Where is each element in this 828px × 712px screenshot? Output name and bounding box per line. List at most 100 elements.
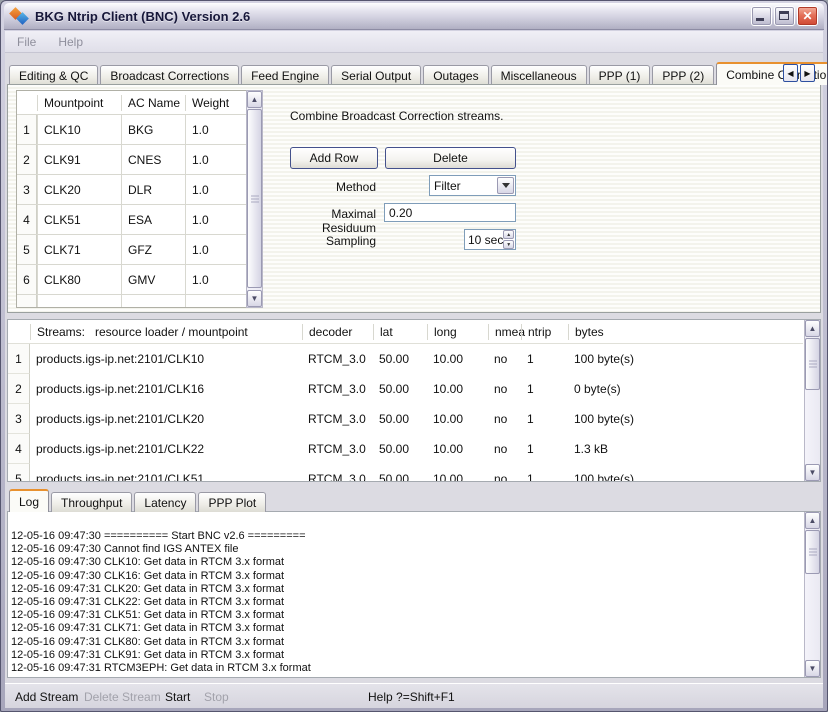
weight-cell[interactable]: 1.0 — [185, 115, 246, 144]
lat-cell[interactable]: 50.00 — [373, 404, 427, 434]
ac-name-cell[interactable]: ESA — [121, 205, 185, 234]
tab-ppp-plot[interactable]: PPP Plot — [198, 492, 266, 512]
weight-cell[interactable]: 1.0 — [185, 175, 246, 204]
menu-file[interactable]: File — [17, 35, 36, 49]
weight-cell[interactable]: 1.0 — [185, 145, 246, 174]
mountpoint-cell[interactable]: CLK71 — [37, 235, 121, 264]
table-row[interactable]: 5CLK71GFZ1.0 — [17, 235, 246, 265]
bytes-cell[interactable]: 100 byte(s) — [568, 344, 803, 374]
nmea-cell[interactable]: no — [488, 464, 521, 481]
lat-cell[interactable]: 50.00 — [373, 344, 427, 374]
table-row[interactable]: 2CLK91CNES1.0 — [17, 145, 246, 175]
spin-down-icon[interactable]: ▼ — [503, 240, 514, 249]
bytes-cell[interactable]: 0 byte(s) — [568, 374, 803, 404]
add-row-button[interactable]: Add Row — [290, 147, 378, 169]
scroll-down-icon[interactable]: ▼ — [247, 290, 262, 307]
ntrip-cell[interactable]: 1 — [521, 374, 568, 404]
column-header-ac-name[interactable]: AC Name — [121, 95, 185, 111]
column-header-bytes[interactable]: bytes — [568, 324, 803, 340]
stream-row[interactable]: 2products.igs-ip.net:2101/CLK16RTCM_3.05… — [8, 374, 803, 404]
decoder-cell[interactable]: RTCM_3.0 — [302, 434, 373, 464]
column-header-lat[interactable]: lat — [373, 324, 427, 340]
maximal-residuum-input[interactable]: 0.20 — [384, 203, 516, 222]
method-dropdown[interactable]: Filter — [429, 175, 516, 196]
ac-name-cell[interactable]: BKG — [121, 115, 185, 144]
tab-scroll-right-button[interactable]: ▶ — [800, 64, 815, 82]
menu-help[interactable]: Help — [58, 35, 83, 49]
long-cell[interactable]: 10.00 — [427, 344, 488, 374]
chevron-down-icon[interactable] — [497, 177, 514, 194]
nmea-cell[interactable]: no — [488, 344, 521, 374]
long-cell[interactable]: 10.00 — [427, 374, 488, 404]
tab-throughput[interactable]: Throughput — [51, 492, 132, 512]
delete-button[interactable]: Delete — [385, 147, 516, 169]
combination-table-scrollbar[interactable]: ▲ ▼ — [246, 90, 263, 308]
stream-cell[interactable]: products.igs-ip.net:2101/CLK22 — [30, 434, 302, 464]
status-action-add-stream[interactable]: Add Stream — [15, 690, 78, 704]
ac-name-cell[interactable]: CNES — [121, 145, 185, 174]
bytes-cell[interactable]: 100 byte(s) — [568, 404, 803, 434]
ntrip-cell[interactable]: 1 — [521, 434, 568, 464]
stream-cell[interactable]: products.igs-ip.net:2101/CLK51 — [30, 464, 302, 481]
lat-cell[interactable]: 50.00 — [373, 464, 427, 481]
stream-cell[interactable]: products.igs-ip.net:2101/CLK20 — [30, 404, 302, 434]
tab-broadcast-corrections[interactable]: Broadcast Corrections — [100, 65, 239, 85]
decoder-cell[interactable]: RTCM_3.0 — [302, 464, 373, 481]
stream-row[interactable]: 4products.igs-ip.net:2101/CLK22RTCM_3.05… — [8, 434, 803, 464]
weight-cell[interactable]: 1.0 — [185, 265, 246, 294]
title-bar[interactable]: BKG Ntrip Client (BNC) Version 2.6 ✕ — [4, 3, 824, 30]
log-text[interactable]: 12-05-16 09:47:30 ========== Start BNC v… — [11, 530, 800, 675]
tab-miscellaneous[interactable]: Miscellaneous — [491, 65, 587, 85]
lat-cell[interactable]: 50.00 — [373, 434, 427, 464]
long-cell[interactable]: 10.00 — [427, 404, 488, 434]
sampling-spinner[interactable]: 10 sec ▲ ▼ — [464, 229, 516, 250]
stream-row[interactable]: 5products.igs-ip.net:2101/CLK51RTCM_3.05… — [8, 464, 803, 481]
close-button[interactable]: ✕ — [797, 6, 818, 26]
mountpoint-cell[interactable]: CLK20 — [37, 175, 121, 204]
tab-ppp-1[interactable]: PPP (1) — [589, 65, 651, 85]
column-header-streams[interactable]: Streams: resource loader / mountpoint — [30, 324, 302, 340]
ntrip-cell[interactable]: 1 — [521, 404, 568, 434]
tab-ppp-2[interactable]: PPP (2) — [652, 65, 714, 85]
column-header-ntrip[interactable]: ntrip — [521, 324, 568, 340]
scroll-up-icon[interactable]: ▲ — [247, 91, 262, 108]
stream-cell[interactable]: products.igs-ip.net:2101/CLK16 — [30, 374, 302, 404]
nmea-cell[interactable]: no — [488, 374, 521, 404]
tab-feed-engine[interactable]: Feed Engine — [241, 65, 329, 85]
long-cell[interactable]: 10.00 — [427, 464, 488, 481]
ntrip-cell[interactable]: 1 — [521, 344, 568, 374]
tab-log[interactable]: Log — [9, 489, 49, 512]
table-row[interactable]: 1CLK10BKG1.0 — [17, 115, 246, 145]
decoder-cell[interactable]: RTCM_3.0 — [302, 344, 373, 374]
column-header-mountpoint[interactable]: Mountpoint — [37, 95, 121, 111]
tab-outages[interactable]: Outages — [423, 65, 488, 85]
nmea-cell[interactable]: no — [488, 404, 521, 434]
long-cell[interactable]: 10.00 — [427, 434, 488, 464]
mountpoint-cell[interactable]: CLK80 — [37, 265, 121, 294]
ac-name-cell[interactable]: GFZ — [121, 235, 185, 264]
status-action-start[interactable]: Start — [165, 690, 190, 704]
mountpoint-cell[interactable]: CLK51 — [37, 205, 121, 234]
bytes-cell[interactable]: 1.3 kB — [568, 434, 803, 464]
table-row[interactable]: 6CLK80GMV1.0 — [17, 265, 246, 295]
column-header-decoder[interactable]: decoder — [302, 324, 373, 340]
bytes-cell[interactable]: 100 byte(s) — [568, 464, 803, 481]
weight-cell[interactable]: 1.0 — [185, 235, 246, 264]
minimize-button[interactable] — [751, 6, 772, 26]
ntrip-cell[interactable]: 1 — [521, 464, 568, 481]
maximize-button[interactable] — [774, 6, 795, 26]
tab-serial-output[interactable]: Serial Output — [331, 65, 421, 85]
ac-name-cell[interactable]: DLR — [121, 175, 185, 204]
spin-up-icon[interactable]: ▲ — [503, 230, 514, 239]
table-row[interactable]: 3CLK20DLR1.0 — [17, 175, 246, 205]
column-header-nmea[interactable]: nmea — [488, 324, 521, 340]
mountpoint-cell[interactable]: CLK10 — [37, 115, 121, 144]
tab-editing-qc[interactable]: Editing & QC — [9, 65, 98, 85]
column-header-weight[interactable]: Weight — [185, 95, 246, 111]
column-header-long[interactable]: long — [427, 324, 488, 340]
stream-row[interactable]: 3products.igs-ip.net:2101/CLK20RTCM_3.05… — [8, 404, 803, 434]
tab-latency[interactable]: Latency — [134, 492, 196, 512]
decoder-cell[interactable]: RTCM_3.0 — [302, 374, 373, 404]
weight-cell[interactable]: 1.0 — [185, 205, 246, 234]
scrollbar-thumb[interactable] — [247, 109, 262, 288]
